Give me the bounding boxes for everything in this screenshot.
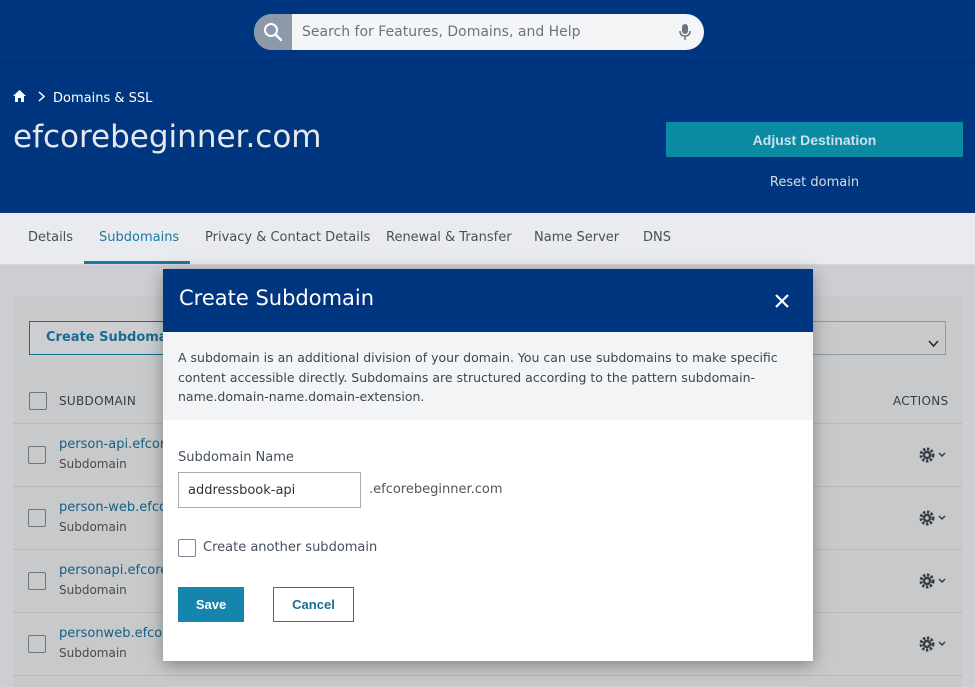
- breadcrumb: Domains & SSL: [13, 90, 152, 106]
- adjust-destination-button[interactable]: Adjust Destination: [666, 122, 963, 157]
- reset-domain-link[interactable]: Reset domain: [666, 175, 963, 190]
- dialog-title: Create Subdomain: [179, 286, 375, 310]
- create-another-label[interactable]: Create another subdomain: [203, 540, 377, 555]
- page-title: efcorebeginner.com: [13, 119, 322, 155]
- create-another-checkbox[interactable]: [178, 539, 196, 557]
- subdomain-name-label: Subdomain Name: [178, 450, 294, 465]
- dialog-description: A subdomain is an additional division of…: [163, 332, 813, 420]
- tab-name-server[interactable]: Name Server: [534, 230, 619, 245]
- breadcrumb-domains-ssl[interactable]: Domains & SSL: [53, 91, 152, 106]
- search-icon[interactable]: [254, 14, 292, 50]
- tab-dns[interactable]: DNS: [643, 230, 671, 245]
- save-button[interactable]: Save: [178, 587, 244, 622]
- tab-renewal-transfer[interactable]: Renewal & Transfer: [386, 230, 512, 245]
- cancel-button[interactable]: Cancel: [273, 587, 354, 622]
- search-input[interactable]: Search for Features, Domains, and Help: [302, 24, 581, 40]
- dialog-header: Create Subdomain: [163, 269, 813, 332]
- active-tab-indicator: [84, 261, 190, 264]
- domain-suffix: .efcorebeginner.com: [369, 482, 503, 497]
- subdomain-name-input[interactable]: [178, 472, 361, 508]
- tab-subdomains[interactable]: Subdomains: [99, 230, 179, 245]
- domain-header: Domains & SSL efcorebeginner.com Adjust …: [0, 64, 975, 213]
- microphone-icon[interactable]: [678, 23, 692, 45]
- search-bar[interactable]: Search for Features, Domains, and Help: [254, 14, 704, 50]
- tab-privacy-contact[interactable]: Privacy & Contact Details: [205, 230, 370, 245]
- tab-details[interactable]: Details: [28, 230, 73, 245]
- chevron-right-icon: [38, 90, 46, 106]
- close-icon[interactable]: [773, 292, 791, 310]
- create-subdomain-dialog: Create Subdomain A subdomain is an addit…: [163, 269, 813, 661]
- top-bar: Search for Features, Domains, and Help: [0, 0, 975, 64]
- home-icon[interactable]: [13, 90, 26, 106]
- tab-bar: Details Subdomains Privacy & Contact Det…: [0, 213, 975, 265]
